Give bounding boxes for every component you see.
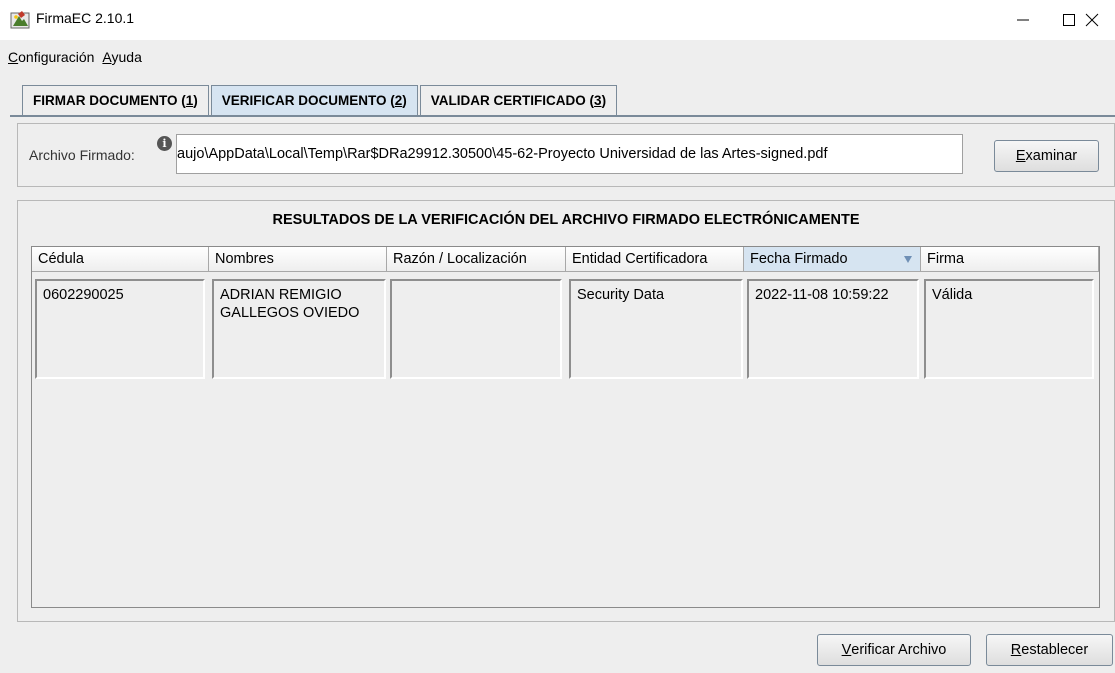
cell-nombres[interactable]: ADRIAN REMIGIO GALLEGOS OVIEDO — [212, 279, 386, 379]
cell-entidad[interactable]: Security Data — [569, 279, 743, 379]
tab-label: VALIDAR CERTIFICADO ( — [430, 93, 595, 108]
app-window: FirmaEC 2.10.1 Configuración Ayuda FIRMA… — [0, 0, 1115, 673]
tab-verificar-documento[interactable]: VERIFICAR DOCUMENTO (2) — [210, 85, 418, 115]
tab-firmar-documento[interactable]: FIRMAR DOCUMENTO (1) — [22, 85, 209, 115]
tab-mnemonic: 2 — [394, 93, 403, 108]
tab-validar-certificado[interactable]: VALIDAR CERTIFICADO (3) — [419, 85, 618, 115]
nombres-line: GALLEGOS OVIEDO — [220, 305, 360, 321]
app-logo-icon — [10, 10, 30, 30]
cell-razon[interactable] — [390, 279, 562, 379]
tab-label-end: ) — [193, 93, 198, 108]
cell-firma[interactable]: Válida — [924, 279, 1094, 379]
menu-label: onfiguración — [18, 49, 95, 65]
column-header-razon[interactable]: Razón / Localización — [387, 247, 566, 272]
close-button[interactable] — [1069, 0, 1115, 40]
nombres-line: ADRIAN REMIGIO — [220, 287, 342, 303]
column-header-entidad[interactable]: Entidad Certificadora — [566, 247, 744, 272]
file-path-text: aujo\AppData\Local\Temp\Rar$DRa29912.305… — [177, 146, 828, 162]
cell-cedula[interactable]: 0602290025 — [35, 279, 205, 379]
cell-fecha[interactable]: 2022-11-08 10:59:22 — [747, 279, 919, 379]
menu-bar: Configuración Ayuda — [0, 44, 1115, 70]
minimize-button[interactable] — [1000, 0, 1046, 40]
tab-label-end: ) — [402, 93, 407, 108]
window-title: FirmaEC 2.10.1 — [36, 10, 135, 26]
restablecer-button[interactable]: Restablecer — [986, 634, 1113, 666]
menu-configuracion[interactable]: Configuración — [6, 49, 96, 65]
tab-content-divider — [10, 115, 1115, 119]
menu-mnemonic: A — [102, 49, 112, 65]
tab-label: VERIFICAR DOCUMENTO ( — [221, 93, 395, 108]
minimize-icon — [1017, 19, 1029, 21]
cell-wrapper: 0602290025 — [32, 277, 209, 379]
column-header-label: Fecha Firmado — [750, 251, 848, 267]
sort-descending-icon — [904, 256, 912, 263]
column-header-nombres[interactable]: Nombres — [209, 247, 387, 272]
button-mnemonic: V — [841, 642, 852, 658]
column-header-firma[interactable]: Firma — [921, 247, 1099, 272]
table-header: Cédula Nombres Razón / Localización Enti… — [32, 247, 1099, 272]
table-row[interactable]: 0602290025 ADRIAN REMIGIO GALLEGOS OVIEDO… — [32, 277, 1099, 379]
cell-wrapper: 2022-11-08 10:59:22 — [744, 277, 921, 379]
file-label: Archivo Firmado: — [29, 147, 135, 163]
tab-mnemonic: 3 — [594, 93, 602, 108]
button-label: establecer — [1021, 642, 1089, 658]
tab-bar: FIRMAR DOCUMENTO (1) VERIFICAR DOCUMENTO… — [22, 85, 619, 115]
cell-wrapper: Security Data — [566, 277, 744, 379]
button-label: xaminar — [1025, 148, 1078, 164]
verificar-archivo-button[interactable]: Verificar Archivo — [817, 634, 971, 666]
column-header-fecha[interactable]: Fecha Firmado — [744, 247, 921, 272]
info-icon[interactable]: i — [157, 136, 172, 151]
column-header-cedula[interactable]: Cédula — [32, 247, 209, 272]
menu-label: yuda — [111, 49, 142, 65]
tab-mnemonic: 1 — [185, 93, 194, 108]
button-mnemonic: E — [1015, 148, 1026, 164]
cell-wrapper: Válida — [921, 277, 1099, 379]
results-table: Cédula Nombres Razón / Localización Enti… — [31, 246, 1100, 608]
menu-ayuda[interactable]: Ayuda — [100, 49, 143, 65]
cell-wrapper: ADRIAN REMIGIO GALLEGOS OVIEDO — [209, 277, 387, 379]
tab-label: FIRMAR DOCUMENTO ( — [33, 93, 186, 108]
tab-label-end: ) — [601, 93, 607, 108]
close-icon — [1085, 13, 1099, 27]
menu-mnemonic: C — [8, 49, 19, 65]
title-bar: FirmaEC 2.10.1 — [0, 0, 1115, 40]
examinar-button[interactable]: Examinar — [994, 140, 1099, 172]
button-mnemonic: R — [1010, 642, 1022, 658]
results-title: RESULTADOS DE LA VERIFICACIÓN DEL ARCHIV… — [272, 212, 860, 228]
cell-wrapper — [387, 277, 566, 379]
button-label: erificar Archivo — [851, 642, 947, 658]
signed-file-path-field[interactable]: aujo\AppData\Local\Temp\Rar$DRa29912.305… — [176, 134, 963, 174]
